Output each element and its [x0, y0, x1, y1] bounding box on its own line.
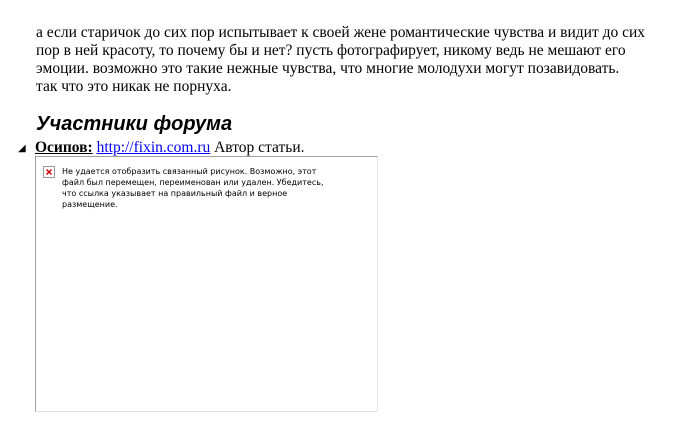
- message-line: что ссылка указывает на правильный файл …: [62, 189, 288, 198]
- message-line: размещение.: [62, 200, 118, 209]
- section-heading: Участники форума: [36, 113, 233, 135]
- broken-image-placeholder: Не удается отобразить связанный рисунок.…: [35, 156, 378, 412]
- article-paragraph: а если старичок до сих пор испытывает к …: [36, 24, 676, 96]
- collapse-triangle-icon[interactable]: ◢: [18, 140, 35, 158]
- participant-site-link[interactable]: http://fixin.com.ru: [97, 139, 211, 156]
- participant-note: Автор статьи.: [210, 139, 305, 156]
- message-line: Не удается отобразить связанный рисунок.…: [62, 167, 317, 176]
- paragraph-line: эмоции. возможно это такие нежные чувств…: [36, 60, 620, 77]
- paragraph-line: а если старичок до сих пор испытывает к …: [36, 24, 646, 41]
- paragraph-line: так что это никак не порнуха.: [36, 78, 232, 95]
- broken-image-icon: [43, 166, 55, 178]
- participant-name: Осипов:: [35, 139, 93, 156]
- broken-image-message: Не удается отобразить связанный рисунок.…: [62, 166, 324, 210]
- message-line: файл был перемещен, переименован или уда…: [62, 178, 324, 187]
- paragraph-line: пор в ней красоту, то почему бы и нет? п…: [36, 42, 626, 59]
